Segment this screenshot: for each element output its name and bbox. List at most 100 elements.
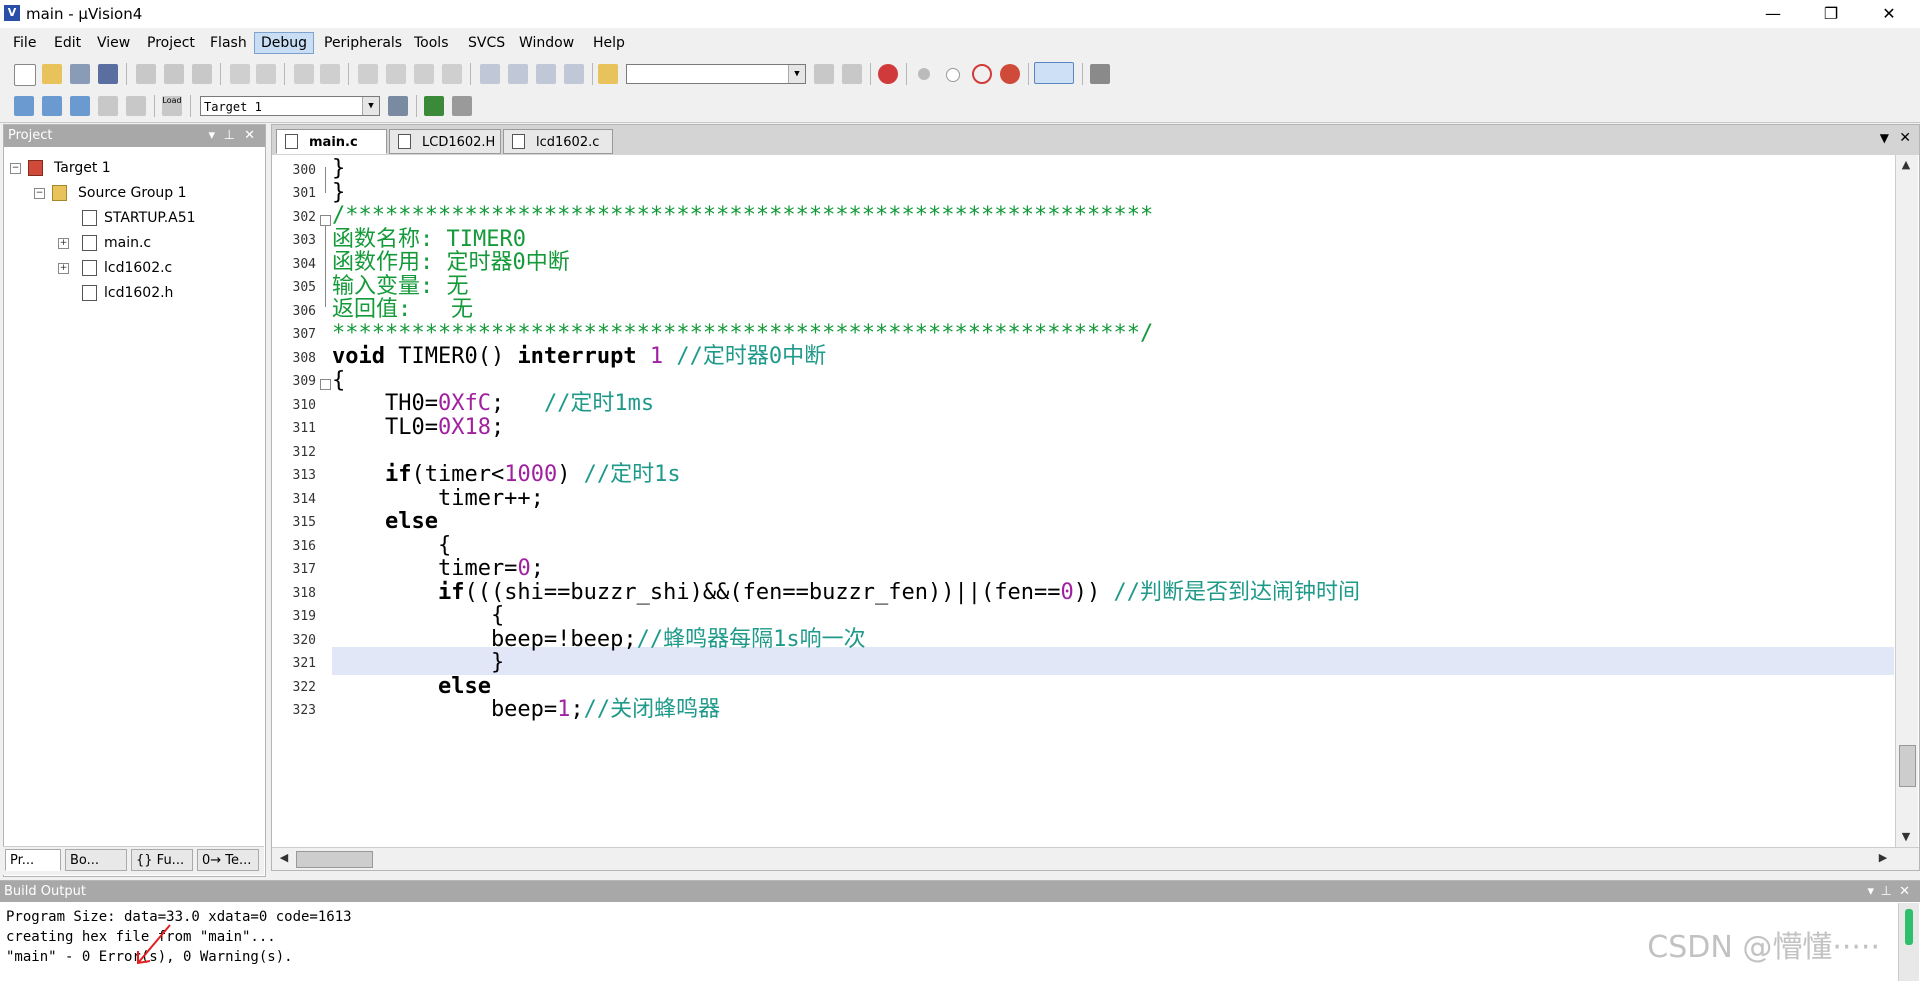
save-all-icon[interactable] [98,64,118,84]
select-packs-icon[interactable] [452,96,472,116]
scroll-down-icon[interactable]: ▼ [1896,827,1916,847]
build-output-scrollbar[interactable] [1898,903,1919,981]
redo-icon[interactable] [256,64,276,84]
tab-lcd1602-h[interactable]: LCD1602.H [389,129,501,154]
menu-view[interactable]: View [92,34,135,52]
tab-templates[interactable]: 0→ Te... [197,849,259,871]
save-icon[interactable] [70,64,90,84]
find-in-files-icon[interactable] [598,64,618,84]
line-number: 316 [292,539,316,554]
close-icon[interactable]: ✕ [244,125,255,147]
tree-item-file[interactable]: + main.c [58,232,258,254]
code-area[interactable]: } } /***********************************… [332,155,1894,847]
menu-file[interactable]: File [8,34,41,52]
pin-icon[interactable]: ⊥ [1881,881,1892,902]
scroll-up-icon[interactable]: ▲ [1896,155,1916,175]
tab-main-c[interactable]: main.c [276,129,387,154]
chevron-down-icon[interactable]: ▾ [1867,881,1874,902]
file-icon [512,134,525,149]
chevron-down-icon[interactable]: ▾ [208,125,215,147]
menu-peripherals[interactable]: Peripherals [319,34,407,52]
find-icon[interactable] [814,64,834,84]
tree-item-file[interactable]: + lcd1602.c [58,257,258,279]
menu-svcs[interactable]: SVCS [463,34,510,52]
tree-item-source-group[interactable]: − Source Group 1 [34,182,254,204]
debug-session-icon[interactable] [878,64,898,84]
horizontal-scrollbar[interactable]: ◀ ▶ [272,847,1919,870]
uncomment-icon[interactable] [564,64,584,84]
restore-button[interactable]: ❐ [1802,0,1860,28]
menu-debug[interactable]: Debug [254,32,315,54]
window-layout-icon[interactable] [1034,62,1074,84]
cut-icon[interactable] [136,64,156,84]
close-icon[interactable]: ✕ [1899,130,1911,146]
menu-flash[interactable]: Flash [205,34,252,52]
menu-project[interactable]: Project [142,34,200,52]
vertical-scrollbar[interactable]: ▲ ▼ [1895,155,1918,847]
line-number: 318 [292,586,316,601]
chevron-down-icon[interactable]: ▼ [362,97,379,115]
indent-icon[interactable] [480,64,500,84]
navigate-forward-icon[interactable] [320,64,340,84]
code-line: TL0=0X18; [332,414,504,442]
manage-components-icon[interactable] [424,96,444,116]
minimize-button[interactable]: — [1744,0,1802,28]
unindent-icon[interactable] [508,64,528,84]
batch-build-icon[interactable] [98,96,118,116]
copy-icon[interactable] [164,64,184,84]
clear-bookmarks-icon[interactable] [442,64,462,84]
line-number: 310 [292,398,316,413]
comment-icon[interactable] [536,64,556,84]
build-icon[interactable] [42,96,62,116]
paste-icon[interactable] [192,64,212,84]
scrollbar-thumb[interactable] [1899,745,1916,787]
close-button[interactable]: ✕ [1860,0,1918,28]
incremental-find-icon[interactable] [842,64,862,84]
navigate-back-icon[interactable] [294,64,314,84]
scroll-left-icon[interactable]: ◀ [274,848,294,868]
prev-bookmark-icon[interactable] [386,64,406,84]
undo-icon[interactable] [230,64,250,84]
tree-item-target[interactable]: − Target 1 [10,157,250,179]
find-combo[interactable]: ▼ [626,64,806,84]
menu-help[interactable]: Help [588,34,630,52]
fold-icon[interactable] [320,379,331,390]
chevron-down-icon[interactable]: ▼ [1880,131,1889,145]
stop-build-icon[interactable] [126,96,146,116]
collapse-icon[interactable]: − [34,188,45,199]
target-select[interactable]: Target 1 ▼ [200,96,380,116]
tree-item-file[interactable]: lcd1602.h [58,282,258,304]
menu-window[interactable]: Window [514,34,579,52]
rebuild-icon[interactable] [70,96,90,116]
disable-all-breakpoints-icon[interactable] [972,64,992,84]
next-bookmark-icon[interactable] [414,64,434,84]
tab-lcd1602-c[interactable]: lcd1602.c [503,129,613,154]
code-comment: //蜂鸣器每隔1s响一次 [636,627,866,652]
tab-project[interactable]: Pr... [5,849,61,871]
menu-tools[interactable]: Tools [409,34,454,52]
scrollbar-thumb[interactable] [1905,909,1913,945]
expand-icon[interactable]: + [58,238,69,249]
kill-all-breakpoints-icon[interactable] [1000,64,1020,84]
tab-functions[interactable]: {} Fu... [131,849,193,871]
pin-icon[interactable]: ⊥ [224,125,235,147]
open-folder-icon[interactable] [42,64,62,84]
target-options-icon[interactable] [388,96,408,116]
configure-icon[interactable] [1090,64,1110,84]
close-icon[interactable]: ✕ [1899,881,1910,902]
chevron-down-icon[interactable]: ▼ [788,65,805,83]
bookmark-icon[interactable] [358,64,378,84]
tab-books[interactable]: Bo... [65,849,127,871]
new-file-icon[interactable] [14,64,36,86]
scrollbar-thumb[interactable] [296,851,373,868]
menu-edit[interactable]: Edit [49,34,86,52]
expand-icon[interactable]: + [58,263,69,274]
download-icon[interactable]: Load [162,96,182,116]
collapse-icon[interactable]: − [10,163,21,174]
scroll-right-icon[interactable]: ▶ [1873,848,1893,868]
translate-icon[interactable] [14,96,34,116]
code-number: 0X18 [437,415,491,440]
tree-item-file[interactable]: STARTUP.A51 [58,207,258,229]
breakpoint-icon[interactable] [918,68,930,80]
disable-breakpoint-icon[interactable] [946,68,960,82]
